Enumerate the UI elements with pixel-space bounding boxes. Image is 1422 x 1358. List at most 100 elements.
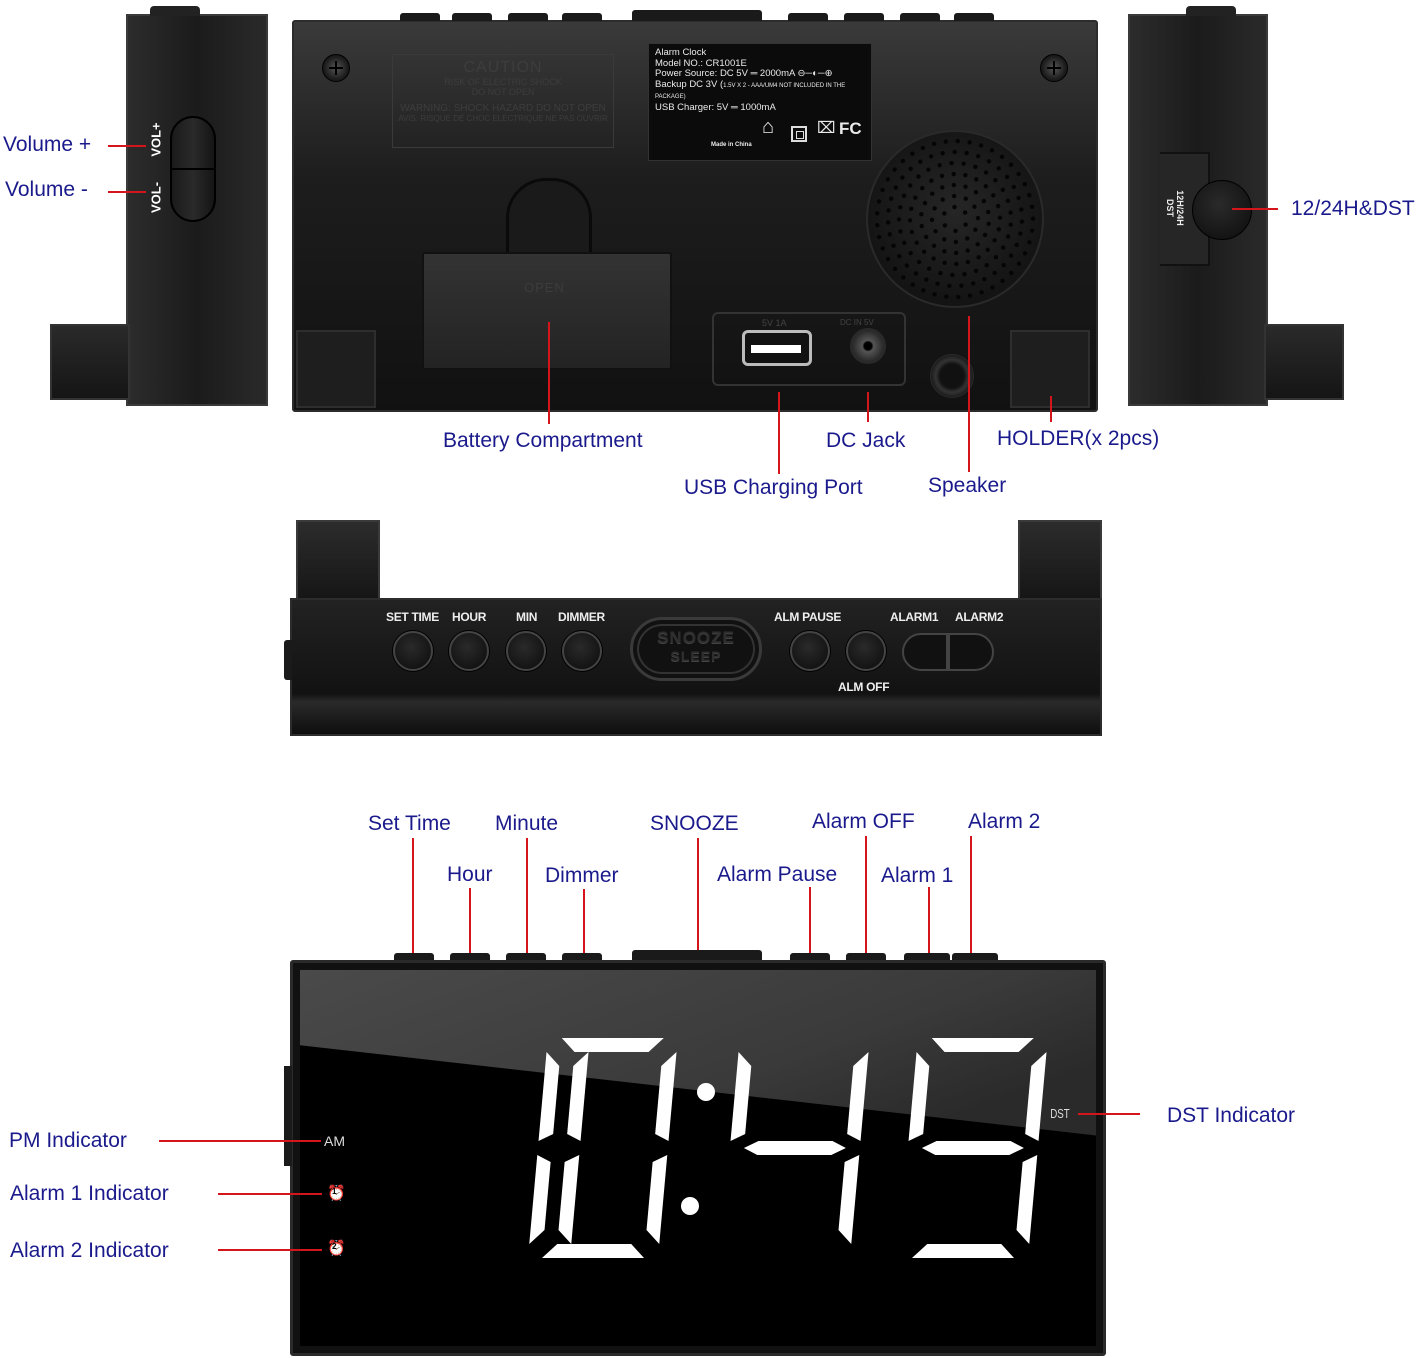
- speaker-hole: [942, 260, 947, 265]
- leader-alarm-1: [928, 887, 930, 954]
- digit-segment-g: [921, 1141, 1024, 1155]
- speaker-hole: [885, 220, 891, 225]
- alarm1-number: 1: [332, 1187, 337, 1196]
- clock-digits: [529, 1038, 1047, 1258]
- digit-segment-f: [538, 1052, 560, 1141]
- dimmer-button[interactable]: [562, 631, 602, 671]
- callout-speaker: Speaker: [928, 474, 1007, 497]
- speaker-hole: [942, 223, 948, 228]
- speaker-hole: [940, 197, 945, 202]
- speaker-hole: [937, 162, 942, 168]
- speaker-hole: [885, 177, 891, 182]
- speaker-hole: [1004, 174, 1010, 180]
- callout-battery-compartment: Battery Compartment: [443, 429, 643, 452]
- speaker-hole: [888, 196, 894, 201]
- digit-segment-c: [558, 1155, 580, 1244]
- speaker-hole: [983, 184, 989, 189]
- speaker-hole: [907, 183, 913, 188]
- alarm2-button[interactable]: [948, 633, 994, 671]
- screw-icon: [1040, 54, 1068, 82]
- speaker-hole: [875, 223, 880, 228]
- switch-label-dst: DST: [1165, 199, 1175, 217]
- min-button[interactable]: [506, 631, 546, 671]
- 12-24h-dst-button[interactable]: [1192, 180, 1252, 240]
- speaker-hole: [919, 223, 924, 229]
- dc-jack[interactable]: [850, 328, 886, 364]
- speaker-hole: [886, 208, 891, 213]
- volume-rocker[interactable]: [170, 116, 216, 222]
- speaker-hole: [952, 204, 957, 210]
- speaker-hole: [909, 229, 915, 235]
- speaker-hole: [875, 211, 880, 216]
- speaker-hole: [1014, 242, 1019, 248]
- callout-pm-indicator: PM Indicator: [9, 1129, 127, 1152]
- speaker-grille: [866, 130, 1044, 308]
- speaker-hole: [1005, 198, 1011, 203]
- callout-volume-minus: Volume -: [5, 178, 88, 201]
- speaker-hole: [901, 193, 907, 199]
- speaker-hole: [983, 170, 989, 175]
- leader-alarm-2: [970, 836, 972, 954]
- speaker-hole: [950, 272, 955, 278]
- double-square-icon: [791, 126, 807, 142]
- callout-alarm-off: Alarm OFF: [812, 810, 915, 833]
- speaker-hole: [965, 248, 970, 253]
- top-holder-left: [296, 520, 380, 600]
- speaker-hole: [1001, 262, 1006, 268]
- callout-holder: HOLDER(x 2pcs): [997, 427, 1160, 450]
- snooze-sleep-button[interactable]: SNOOZE SLEEP: [630, 617, 762, 681]
- leader-holder: [1050, 396, 1052, 422]
- colon-dot: [697, 1083, 715, 1101]
- usb-port[interactable]: [742, 330, 812, 366]
- speaker-hole: [990, 285, 995, 290]
- back-top-button: [400, 13, 440, 21]
- speaker-hole: [961, 161, 966, 166]
- speaker-hole: [942, 211, 947, 216]
- alm-off-button[interactable]: [846, 631, 886, 671]
- speaker-hole: [893, 185, 899, 190]
- leader-battery: [548, 322, 550, 424]
- speaker-hole: [1009, 270, 1014, 276]
- digit-segment-b: [1025, 1052, 1047, 1141]
- front-side-nub: [284, 1066, 292, 1166]
- hour-button[interactable]: [449, 631, 489, 671]
- speaker-hole: [916, 174, 921, 179]
- speaker-hole: [939, 173, 945, 179]
- speaker-hole: [964, 150, 969, 156]
- made-in-text: Made in China: [711, 142, 752, 148]
- sleep-text: SLEEP: [670, 648, 722, 664]
- speaker-hole: [1018, 231, 1023, 236]
- digit-segment-g: [743, 1141, 846, 1155]
- callout-alarm-1: Alarm 1: [881, 864, 954, 887]
- speaker-hole: [976, 255, 981, 260]
- callout-alarm-2-indicator: Alarm 2 Indicator: [10, 1239, 169, 1262]
- speaker-hole: [953, 239, 959, 245]
- speaker-hole: [1027, 240, 1032, 245]
- leader-usb: [778, 392, 780, 474]
- speaker-hole: [930, 191, 935, 196]
- panel-label-hour: HOUR: [452, 610, 487, 624]
- speaker-holes: [875, 138, 1036, 300]
- back-top-button: [954, 13, 994, 21]
- alm-pause-button[interactable]: [790, 631, 830, 671]
- speaker-hole: [900, 175, 905, 180]
- back-top-button: [900, 13, 940, 21]
- speaker-hole: [1000, 245, 1006, 250]
- speaker-hole: [953, 250, 959, 256]
- screw-icon: [322, 54, 350, 82]
- speaker-hole: [975, 242, 980, 247]
- polarity-icon: ⊖─◐─⊕: [797, 68, 833, 79]
- back-top-button: [788, 13, 828, 21]
- alarm1-button[interactable]: [902, 633, 948, 671]
- left-holder-foot: [50, 324, 130, 400]
- leader-hour: [469, 888, 471, 954]
- leader-dst-indicator: [1078, 1113, 1140, 1115]
- speaker-hole: [951, 182, 957, 188]
- speaker-hole: [1011, 184, 1017, 190]
- speaker-hole: [924, 277, 929, 282]
- speaker-hole: [916, 259, 922, 265]
- callout-set-time: Set Time: [368, 812, 451, 835]
- set-time-button[interactable]: [393, 631, 433, 671]
- speaker-hole: [984, 262, 989, 268]
- speaker-hole: [954, 261, 959, 267]
